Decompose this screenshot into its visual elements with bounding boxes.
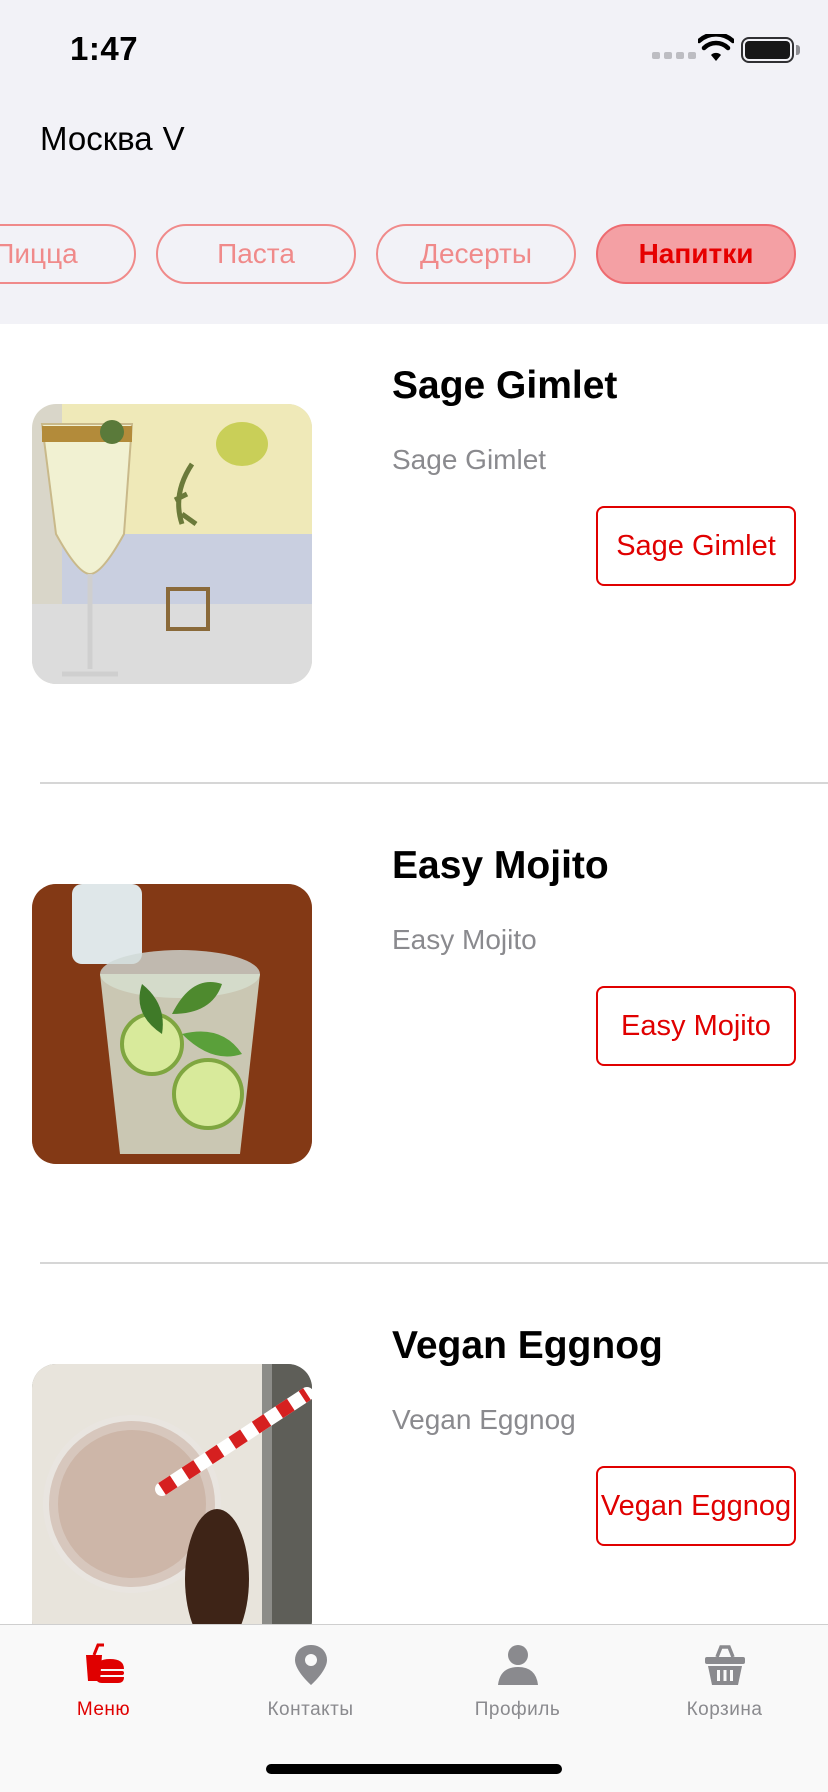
category-chip-drinks[interactable]: Напитки	[596, 224, 796, 284]
divider	[40, 1262, 828, 1264]
battery-cap	[796, 45, 800, 55]
item-order-button[interactable]: Vegan Eggnog	[596, 1466, 796, 1546]
category-chip-desserts[interactable]: Десерты	[376, 224, 576, 284]
home-indicator[interactable]	[266, 1764, 562, 1774]
tab-profile[interactable]: Профиль	[414, 1641, 621, 1741]
drink-photo	[32, 884, 312, 1164]
item-subtitle: Easy Mojito	[392, 924, 537, 955]
menu-item[interactable]: Vegan Eggnog Vegan Eggnog Vegan Eggnog	[0, 1284, 828, 1624]
tab-label: Профиль	[474, 1699, 561, 1720]
item-subtitle: Sage Gimlet	[392, 444, 547, 475]
menu-list[interactable]: Sage Gimlet Sage Gimlet Sage Gimlet Easy…	[0, 324, 828, 1624]
drink-photo	[32, 404, 312, 684]
item-title: Easy Mojito	[392, 844, 609, 887]
tab-label: Контакты	[267, 1699, 354, 1720]
burger-drink-icon	[85, 1643, 124, 1683]
battery-icon	[741, 37, 794, 63]
person-icon	[497, 1645, 538, 1685]
category-chip-pizza[interactable]: Пицца	[0, 224, 136, 284]
item-order-button[interactable]: Easy Mojito	[596, 986, 796, 1066]
item-subtitle: Vegan Eggnog	[392, 1404, 576, 1435]
wifi-icon	[698, 34, 734, 61]
tab-menu[interactable]: Меню	[0, 1641, 207, 1741]
drink-photo	[32, 1364, 312, 1624]
item-title: Vegan Eggnog	[392, 1324, 663, 1367]
category-chips: Пицца Паста Десерты Напитки	[0, 224, 828, 284]
status-bar: 1:47	[0, 0, 828, 100]
map-pin-icon	[294, 1645, 327, 1685]
item-order-button[interactable]: Sage Gimlet	[596, 506, 796, 586]
menu-item[interactable]: Sage Gimlet Sage Gimlet Sage Gimlet	[0, 324, 828, 804]
item-title: Sage Gimlet	[392, 364, 618, 407]
tab-contacts[interactable]: Контакты	[207, 1641, 414, 1741]
basket-icon	[704, 1645, 745, 1685]
category-chip-label: Пицца	[0, 238, 78, 269]
tab-label: Корзина	[686, 1699, 763, 1720]
cellular-signal-icon	[652, 52, 696, 59]
city-label: Москва	[40, 120, 153, 157]
tab-label: Меню	[76, 1699, 131, 1720]
menu-item[interactable]: Easy Mojito Easy Mojito Easy Mojito	[0, 804, 828, 1284]
category-chip-label: Напитки	[638, 238, 754, 269]
status-time: 1:47	[70, 30, 139, 67]
category-chip-pasta[interactable]: Паста	[156, 224, 356, 284]
category-chip-label: Десерты	[419, 238, 532, 269]
divider	[40, 782, 828, 784]
category-chip-label: Паста	[217, 238, 295, 269]
city-selector[interactable]: Москва V	[40, 120, 185, 158]
chevron-down-icon: V	[162, 120, 185, 157]
header-area: 1:47 Москва V Пицца Паста Десерты Напитк…	[0, 0, 828, 324]
tab-cart[interactable]: Корзина	[621, 1641, 828, 1741]
